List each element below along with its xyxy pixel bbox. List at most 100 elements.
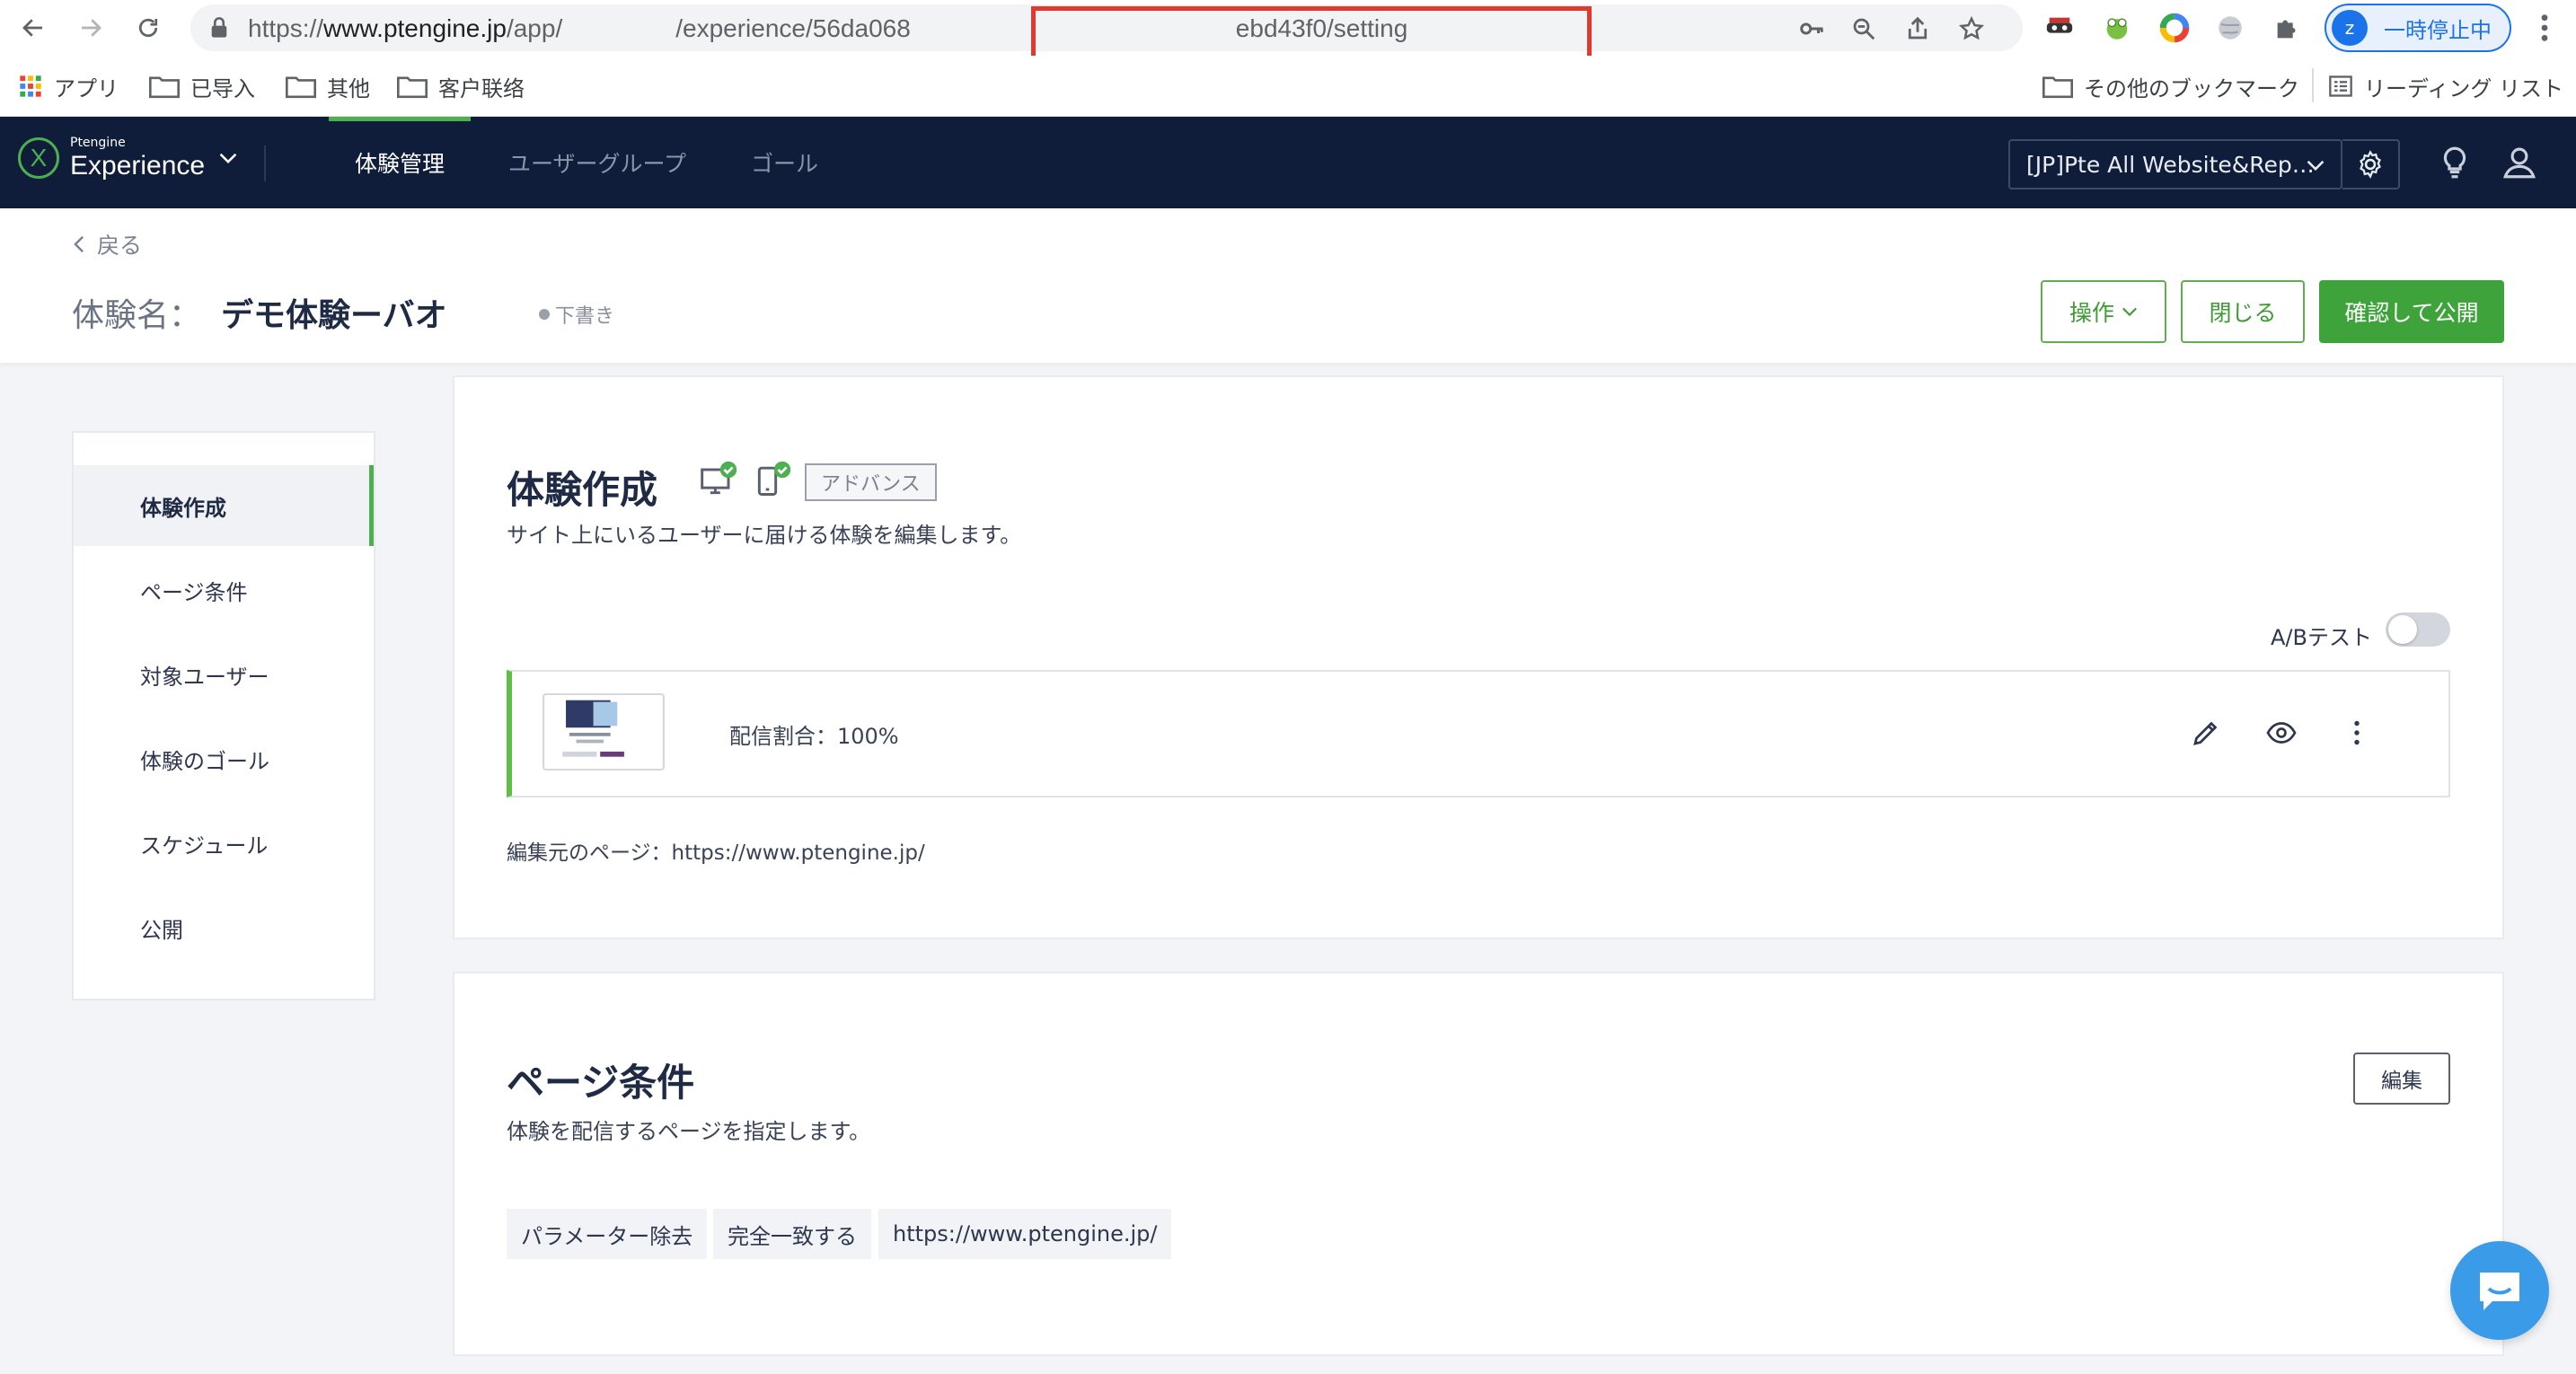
condition-chip: https://www.ptengine.jp/ xyxy=(878,1209,1172,1259)
experience-name: デモ体験ーバオ xyxy=(221,297,447,334)
status-label: 下書き xyxy=(555,305,615,328)
bookmark-folder-other[interactable]: 其他 xyxy=(286,70,370,102)
operate-dropdown-button[interactable]: 操作 xyxy=(2041,280,2166,343)
logo-brand: Ptengine xyxy=(70,136,126,150)
variant-thumbnail[interactable] xyxy=(543,693,665,771)
condition-chip: パラメーター除去 xyxy=(507,1209,708,1259)
close-button[interactable]: 閉じる xyxy=(2181,280,2305,343)
color-wheel-extension-icon[interactable] xyxy=(2159,13,2190,43)
eye-icon[interactable] xyxy=(2265,717,2298,749)
share-icon[interactable] xyxy=(1904,15,1931,42)
apps-grid-icon xyxy=(20,75,41,97)
project-select-value: [JP]Pte All Website&Rep… xyxy=(2026,151,2315,178)
folder-icon xyxy=(2042,76,2073,99)
pencil-icon[interactable] xyxy=(2190,717,2222,749)
bookmark-folder-contacts[interactable]: 客户联络 xyxy=(397,70,525,102)
chevron-down-icon xyxy=(2307,160,2325,171)
tab-user-groups[interactable]: ユーザーグループ xyxy=(508,117,686,208)
forward-arrow-icon[interactable] xyxy=(72,9,110,47)
bookmark-divider xyxy=(2312,68,2314,102)
more-options-icon[interactable] xyxy=(2341,717,2373,749)
ab-test-toggle[interactable] xyxy=(2386,612,2450,647)
tab-goals[interactable]: ゴール xyxy=(751,117,818,208)
source-page: 編集元のページ：https://www.ptengine.jp/ xyxy=(507,841,925,865)
key-icon[interactable] xyxy=(1798,15,1825,42)
star-icon[interactable] xyxy=(1958,15,1985,42)
chat-support-button[interactable] xyxy=(2450,1241,2549,1340)
user-account-icon[interactable] xyxy=(2501,144,2538,181)
frog-extension-icon[interactable] xyxy=(2102,13,2132,43)
variant-row: 配信割合：100% xyxy=(507,670,2450,797)
folder-icon xyxy=(286,76,316,99)
folder-icon xyxy=(149,76,180,99)
chevron-down-icon xyxy=(219,153,237,163)
product-switcher[interactable]: X Ptengine Experience xyxy=(18,137,237,180)
status-dot xyxy=(539,309,550,320)
status-badge: 下書き xyxy=(539,300,614,329)
logo-product: Experience xyxy=(70,151,206,181)
reading-list-icon xyxy=(2329,75,2352,97)
page-conditions-card: ページ条件 体験を配信するページを指定します。 編集 パラメーター除去 完全一致… xyxy=(453,972,2504,1356)
page-conditions-title: ページ条件 xyxy=(507,1061,695,1105)
address-bar[interactable]: https://www.ptengine.jp/app//experience/… xyxy=(190,4,2023,64)
mask-extension-icon[interactable] xyxy=(2044,13,2075,43)
experience-logo-icon: X xyxy=(18,137,59,179)
chat-icon xyxy=(2480,1273,2519,1310)
edit-page-conditions-button[interactable]: 編集 xyxy=(2353,1053,2450,1105)
profile-button[interactable]: z 一時停止中 xyxy=(2325,4,2511,52)
chevron-left-icon xyxy=(74,235,84,253)
sidebar-item-publish[interactable]: 公開 xyxy=(74,887,374,968)
experience-name-label: 体験名： xyxy=(72,297,202,334)
sidebar-item-goals[interactable]: 体験のゴール xyxy=(74,718,374,799)
puzzle-icon[interactable] xyxy=(2272,13,2303,43)
avatar: z xyxy=(2332,10,2368,46)
create-section-title: 体験作成 xyxy=(507,468,658,512)
reading-list-label: リーディング リスト xyxy=(2364,75,2563,101)
advanced-tag: アドバンス xyxy=(805,463,937,501)
lightbulb-icon[interactable] xyxy=(2436,144,2474,181)
bookmark-folder-imported[interactable]: 已导入 xyxy=(149,70,255,102)
bookmark-label: 客户联络 xyxy=(438,75,525,101)
back-link-label: 戻る xyxy=(97,233,143,259)
sidebar-item-target-users[interactable]: 対象ユーザー xyxy=(74,634,374,715)
create-experience-card: 体験作成 アドバンス サイト上にいるユーザーに届ける体験を編集します。 A/Bテ… xyxy=(453,375,2504,939)
header-divider xyxy=(264,145,266,181)
globe-extension-icon[interactable] xyxy=(2215,13,2245,43)
sidebar-item-create[interactable]: 体験作成 xyxy=(74,465,374,546)
lock-icon xyxy=(211,17,227,38)
bookmark-label: 已导入 xyxy=(190,75,255,101)
chevron-down-icon xyxy=(2122,307,2137,317)
mobile-check-icon xyxy=(757,461,791,496)
bookmarks-bar: アプリ 已导入 其他 客户联络 その他のブックマーク リーディング リスト xyxy=(0,56,2576,117)
browser-menu-icon[interactable] xyxy=(2531,13,2558,43)
bookmark-other-bookmarks[interactable]: その他のブックマーク xyxy=(2042,70,2299,102)
tab-experience-management[interactable]: 体験管理 xyxy=(329,117,471,208)
bookmark-apps-label: アプリ xyxy=(54,75,119,101)
bookmark-label: 其他 xyxy=(327,75,370,101)
folder-icon xyxy=(397,76,428,99)
profile-status: 一時停止中 xyxy=(2384,17,2492,43)
project-select[interactable]: [JP]Pte All Website&Rep… xyxy=(2008,139,2342,189)
browser-toolbar: https://www.ptengine.jp/app//experience/… xyxy=(0,0,2576,64)
page-conditions-description: 体験を配信するページを指定します。 xyxy=(507,1119,871,1144)
back-link[interactable]: 戻る xyxy=(72,228,142,260)
reload-icon[interactable] xyxy=(129,9,167,47)
publish-button[interactable]: 確認して公開 xyxy=(2319,280,2504,343)
sidebar-item-page-conditions[interactable]: ページ条件 xyxy=(74,550,374,630)
reading-list-button[interactable]: リーディング リスト xyxy=(2328,70,2563,102)
operate-label: 操作 xyxy=(2069,300,2114,326)
bookmark-label: その他のブックマーク xyxy=(2084,75,2299,101)
toggle-knob xyxy=(2388,615,2417,644)
delivery-ratio: 配信割合：100% xyxy=(729,724,899,749)
step-sidebar: 体験作成 ページ条件 対象ユーザー 体験のゴール スケジュール 公開 xyxy=(72,431,375,1000)
ab-test-label: A/Bテスト xyxy=(2271,625,2372,650)
settings-button[interactable] xyxy=(2342,139,2400,189)
gear-icon xyxy=(2360,150,2381,179)
zoom-icon[interactable] xyxy=(1850,15,1877,42)
app-header: X Ptengine Experience 体験管理 ユーザーグループ ゴール … xyxy=(0,117,2576,208)
sidebar-item-schedule[interactable]: スケジュール xyxy=(74,803,374,884)
bookmark-apps[interactable]: アプリ xyxy=(18,70,119,102)
experience-header: 戻る 体験名： デモ体験ーバオ 下書き 操作 閉じる 確認して公開 xyxy=(0,208,2576,363)
create-section-description: サイト上にいるユーザーに届ける体験を編集します。 xyxy=(507,523,1022,548)
back-arrow-icon[interactable] xyxy=(14,9,52,47)
